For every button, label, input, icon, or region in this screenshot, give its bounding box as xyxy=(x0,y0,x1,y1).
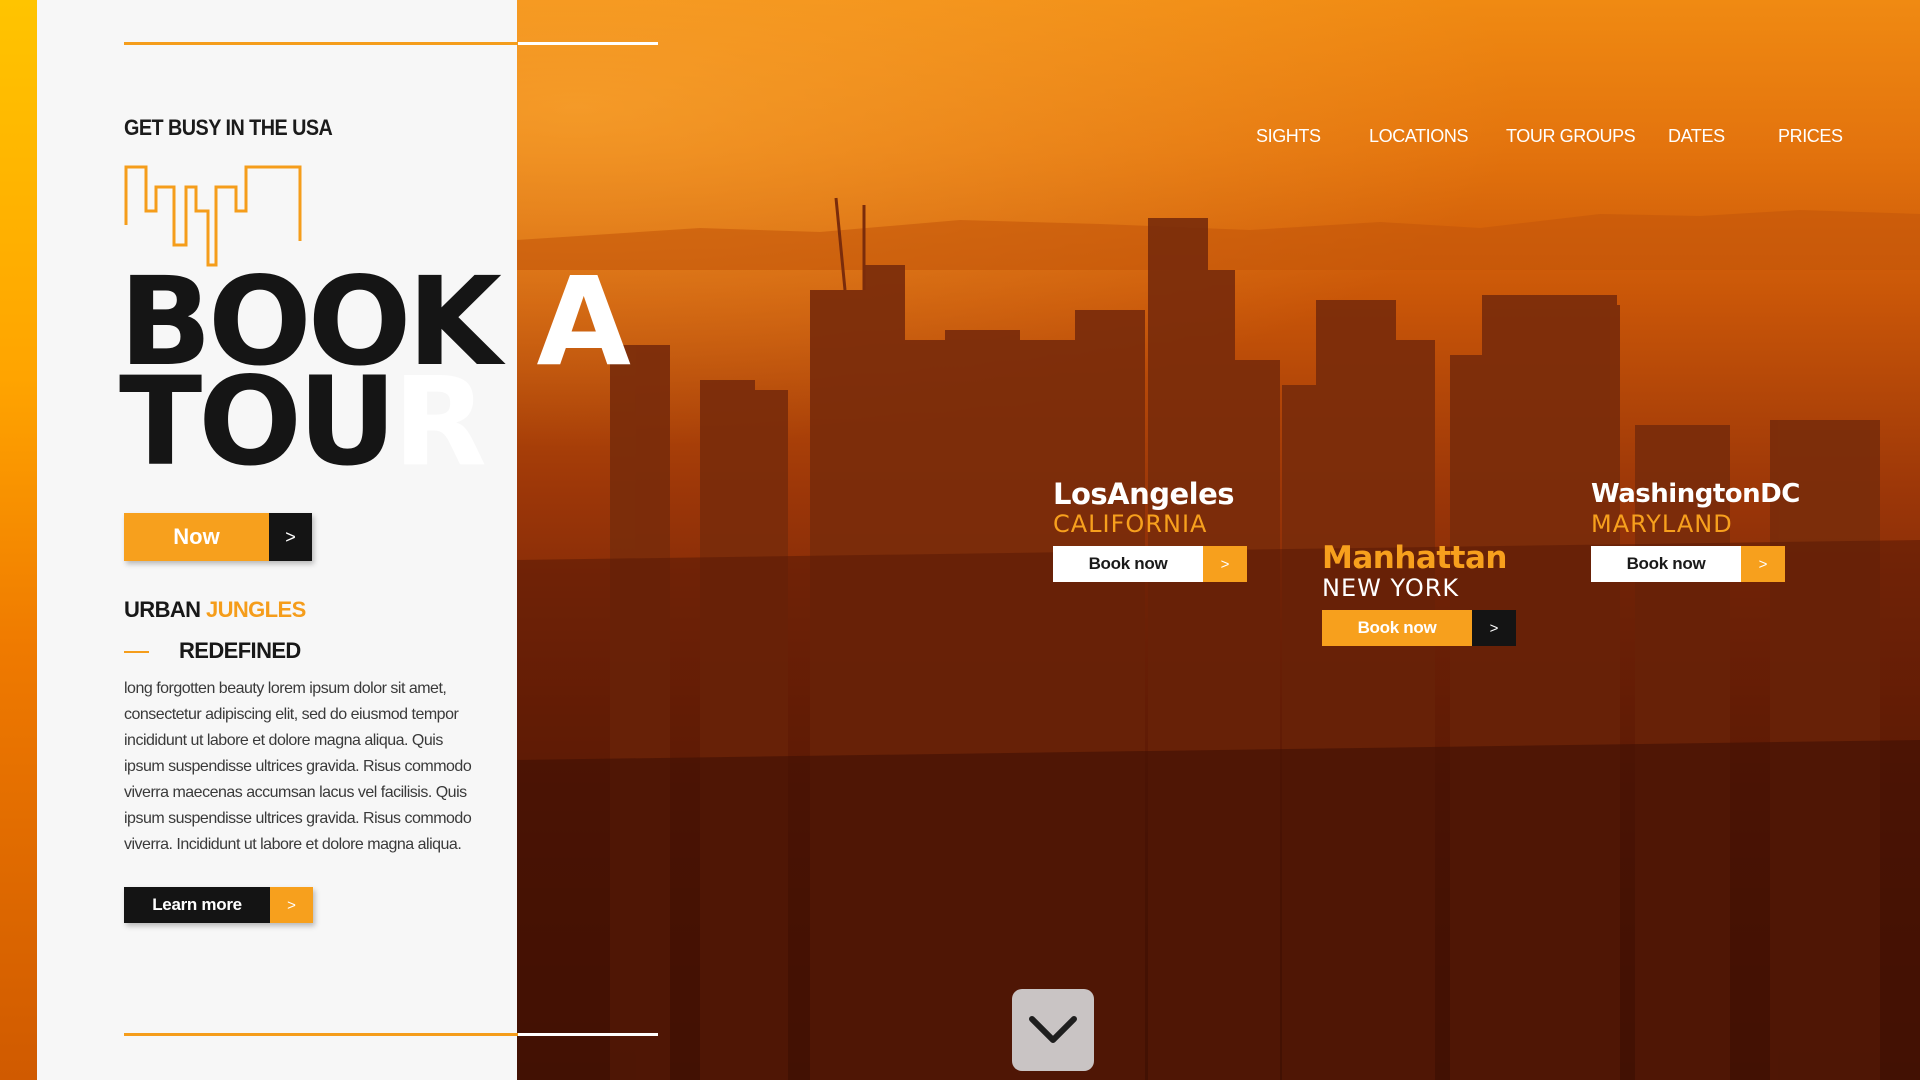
tour-city: WashingtonDC xyxy=(1591,479,1800,509)
nav-item-tour-groups[interactable]: TOUR GROUPS xyxy=(1506,126,1636,147)
book-now-button[interactable]: Now > xyxy=(124,513,312,561)
arrow-right-icon: > xyxy=(1203,546,1247,582)
tour-city: LosAngeles xyxy=(1053,477,1235,511)
section-body-text: long forgotten beauty lorem ipsum dolor … xyxy=(124,680,472,853)
tour-card-manhattan: Manhattan NEW YORK Book now > xyxy=(1322,542,1516,646)
book-tour-label: Book now xyxy=(1591,546,1741,582)
arrow-right-icon: > xyxy=(1472,610,1516,646)
tour-state: NEW YORK xyxy=(1322,574,1460,602)
book-tour-button[interactable]: Book now > xyxy=(1322,610,1516,646)
nav-item-dates[interactable]: DATES xyxy=(1668,126,1725,147)
book-tour-label: Book now xyxy=(1322,610,1472,646)
chevron-down-icon xyxy=(1029,1016,1077,1043)
tour-state: CALIFORNIA xyxy=(1053,510,1208,538)
tour-state: MARYLAND xyxy=(1591,510,1733,538)
arrow-right-icon: > xyxy=(1741,546,1785,582)
book-tour-button[interactable]: Book now > xyxy=(1591,546,1785,582)
arrow-right-icon: > xyxy=(269,513,312,561)
bottom-divider xyxy=(124,1033,658,1036)
scroll-down-button[interactable] xyxy=(1012,989,1094,1071)
section-subtitle: REDEFINED xyxy=(179,638,301,663)
accent-side-strip xyxy=(0,0,40,1080)
tour-card-washington-dc: WashingtonDC MARYLAND Book now > xyxy=(1591,478,1800,582)
arrow-right-icon: > xyxy=(270,887,313,923)
nav-item-sights[interactable]: SIGHTS xyxy=(1256,126,1321,147)
tour-city: Manhattan xyxy=(1322,540,1507,576)
page-title: BOOK A TOUR xyxy=(119,261,631,483)
nav-item-locations[interactable]: LOCATIONS xyxy=(1369,126,1468,147)
book-tour-button[interactable]: Book now > xyxy=(1053,546,1247,582)
section-dash xyxy=(124,651,149,653)
learn-more-label: Learn more xyxy=(124,887,270,923)
eyebrow-text: GET BUSY IN THE USA xyxy=(124,115,333,140)
book-now-label: Now xyxy=(124,513,269,561)
section-title: URBAN JUNGLES xyxy=(124,597,306,622)
nav-item-prices[interactable]: PRICES xyxy=(1778,126,1843,147)
tour-card-los-angeles: LosAngeles CALIFORNIA Book now > xyxy=(1053,478,1247,582)
top-divider xyxy=(124,42,658,45)
book-tour-label: Book now xyxy=(1053,546,1203,582)
learn-more-button[interactable]: Learn more > xyxy=(124,887,313,923)
